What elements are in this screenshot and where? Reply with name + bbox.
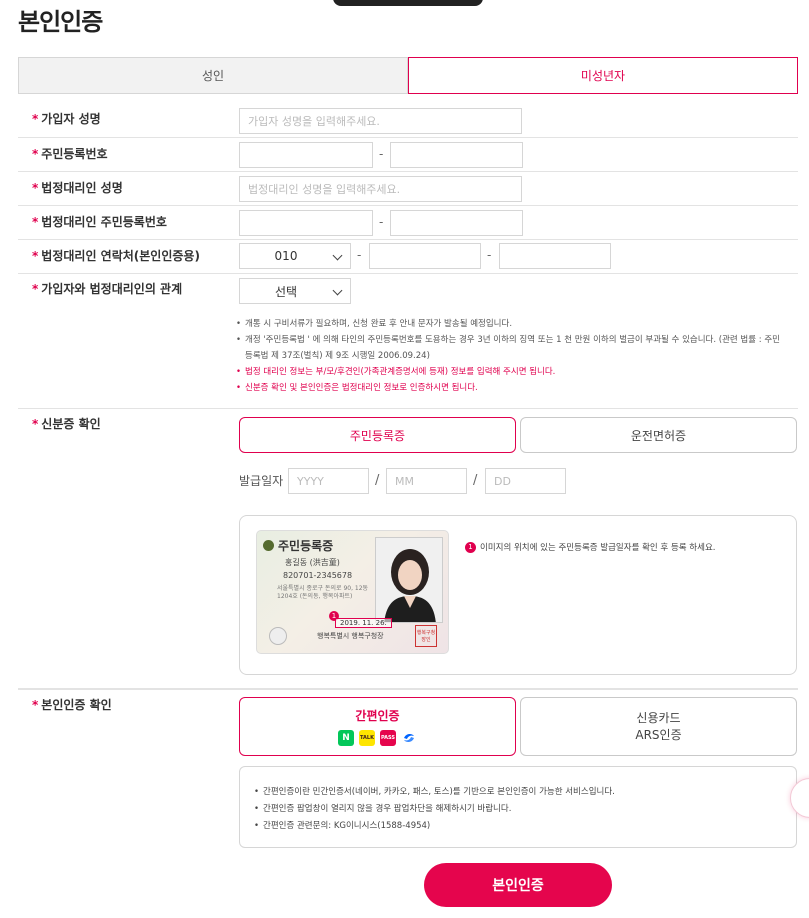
required-mark: * — [32, 181, 39, 195]
required-mark: * — [32, 698, 39, 712]
pass-logo-icon: PASS — [380, 730, 396, 746]
auth-simple-label: 간편인증 — [355, 709, 400, 723]
guardian-name-input[interactable]: 법정대리인 성명을 입력해주세요. — [239, 176, 522, 202]
row-guardian-name: * 법정대리인 성명 법정대리인 성명을 입력해주세요. — [18, 172, 798, 206]
notice-item: 개통 시 구비서류가 필요하며, 신청 완료 후 안내 문자가 발송될 예정입니… — [236, 316, 781, 332]
required-mark: * — [32, 249, 39, 263]
relation-value: 선택 — [274, 284, 298, 299]
id-card-guide-text: 이미지의 위치에 있는 주민등록증 발급일자를 확인 후 등록 하세요. — [480, 543, 716, 553]
phone-separator-1: - — [357, 248, 362, 262]
chevron-down-icon — [332, 285, 343, 296]
required-mark: * — [32, 282, 39, 296]
auth-simple-button[interactable]: 간편인증 N TALK PASS — [239, 697, 516, 756]
step-badge: 1 — [465, 541, 476, 553]
kakao-talk-logo-icon: TALK — [359, 730, 375, 746]
name-label: 가입자 성명 — [41, 112, 101, 126]
guardian-rrn-back-input[interactable] — [390, 210, 523, 236]
phone-last-input[interactable] — [499, 243, 611, 269]
phone-middle-input[interactable] — [369, 243, 481, 269]
notice-item-emphasis: 법정 대리인 정보는 부/모/후견인(가족관계증명서에 등재) 정보를 입력해 … — [236, 364, 781, 380]
id-type-resident-card[interactable]: 주민등록증 — [239, 417, 516, 453]
rrn-front-input[interactable] — [239, 142, 373, 168]
auth-card-ars-button[interactable]: 신용카드 ARS인증 — [520, 697, 797, 756]
id-card-sample-image: 주민등록증 홍길동 (洪吉童) 820701-2345678 서울특별시 종로구… — [256, 530, 449, 654]
auth-label: 본인인증 확인 — [41, 698, 112, 712]
id-card-holder-name: 홍길동 (洪吉童) — [285, 558, 340, 567]
id-card-address: 서울특별시 종로구 돈의로 90, 12동 1204호 (돈의동, 행복아파트) — [277, 585, 369, 600]
phone-prefix-select[interactable]: 010 — [239, 243, 351, 269]
date-separator: / — [375, 473, 380, 488]
id-card-number: 820701-2345678 — [283, 571, 353, 580]
guardian-rrn-label: 법정대리인 주민등록번호 — [41, 215, 167, 229]
toss-logo-icon — [401, 730, 417, 746]
guardian-rrn-front-input[interactable] — [239, 210, 373, 236]
required-mark: * — [32, 417, 39, 431]
chevron-down-icon — [332, 250, 343, 261]
notice-list: 개통 시 구비서류가 필요하며, 신청 완료 후 안내 문자가 발송될 예정입니… — [236, 316, 781, 396]
auth-info-list: 간편인증이란 민간인증서(네이버, 카카오, 패스, 토스)를 기반으로 본인인… — [254, 784, 615, 835]
id-card-issuer: 행복특별시 행복구청장 — [317, 632, 384, 640]
page-title: 본인인증 — [18, 8, 103, 36]
row-guardian-phone: * 법정대리인 연락처(본인인증용) 010 - - — [18, 240, 798, 274]
issue-year-input[interactable]: YYYY — [288, 468, 369, 494]
id-check-label: 신분증 확인 — [41, 417, 101, 431]
phone-prefix-value: 010 — [274, 249, 298, 263]
id-type-driver-license[interactable]: 운전면허증 — [520, 417, 797, 453]
tab-minor[interactable]: 미성년자 — [408, 57, 798, 94]
rrn-separator: - — [379, 147, 384, 161]
portrait-icon — [376, 538, 442, 622]
name-input[interactable]: 가입자 성명을 입력해주세요. — [239, 108, 522, 134]
guardian-rrn-separator: - — [379, 215, 384, 229]
tab-adult[interactable]: 성인 — [18, 57, 408, 94]
relation-select[interactable]: 선택 — [239, 278, 351, 304]
required-mark: * — [32, 215, 39, 229]
emblem-icon — [263, 540, 274, 551]
verify-button[interactable]: 본인인증 — [424, 863, 612, 907]
auth-info-item: 간편인증 관련문의: KG이니시스(1588-4954) — [254, 818, 615, 835]
auth-info-box: 간편인증이란 민간인증서(네이버, 카카오, 패스, 토스)를 기반으로 본인인… — [239, 766, 797, 848]
guardian-phone-label: 법정대리인 연락처(본인인증용) — [41, 249, 200, 263]
id-card-photo — [375, 537, 443, 623]
row-rrn: * 주민등록번호 - — [18, 138, 798, 172]
official-seal: 행복구청장인 — [415, 625, 437, 647]
issue-day-input[interactable]: DD — [485, 468, 566, 494]
rrn-back-input[interactable] — [390, 142, 523, 168]
naver-logo-icon: N — [338, 730, 354, 746]
phone-separator-2: - — [487, 248, 492, 262]
relation-label: 가입자와 법정대리인의 관계 — [41, 282, 183, 296]
auth-info-item: 간편인증 팝업창이 열리지 않을 경우 팝업차단을 해제하시기 바랍니다. — [254, 801, 615, 818]
id-card-title: 주민등록증 — [278, 539, 334, 553]
id-card-guide-box: 주민등록증 홍길동 (洪吉童) 820701-2345678 서울특별시 종로구… — [239, 515, 797, 675]
hologram-icon — [269, 627, 287, 645]
rrn-label: 주민등록번호 — [41, 147, 108, 161]
required-mark: * — [32, 112, 39, 126]
issue-month-input[interactable]: MM — [386, 468, 467, 494]
id-card-issue-date: 2019. 11. 26. — [335, 618, 392, 628]
provider-logos: N TALK PASS — [338, 730, 417, 746]
tab-bar: 성인 미성년자 — [18, 57, 798, 94]
top-notch — [333, 0, 483, 6]
auth-info-item: 간편인증이란 민간인증서(네이버, 카카오, 패스, 토스)를 기반으로 본인인… — [254, 784, 615, 801]
guardian-name-label: 법정대리인 성명 — [41, 181, 123, 195]
required-mark: * — [32, 147, 39, 161]
row-guardian-rrn: * 법정대리인 주민등록번호 - — [18, 206, 798, 240]
date-separator: / — [473, 473, 478, 488]
issue-date-label: 발급일자 — [239, 474, 284, 488]
row-name: * 가입자 성명 가입자 성명을 입력해주세요. — [18, 100, 798, 138]
notice-item-emphasis: 신분증 확인 및 본인인증은 법정대리인 정보로 인증하시면 됩니다. — [236, 380, 781, 396]
notice-item: 개정 '주민등록법 ' 에 의해 타인의 주민등록번호를 도용하는 경우 3년 … — [236, 332, 781, 364]
